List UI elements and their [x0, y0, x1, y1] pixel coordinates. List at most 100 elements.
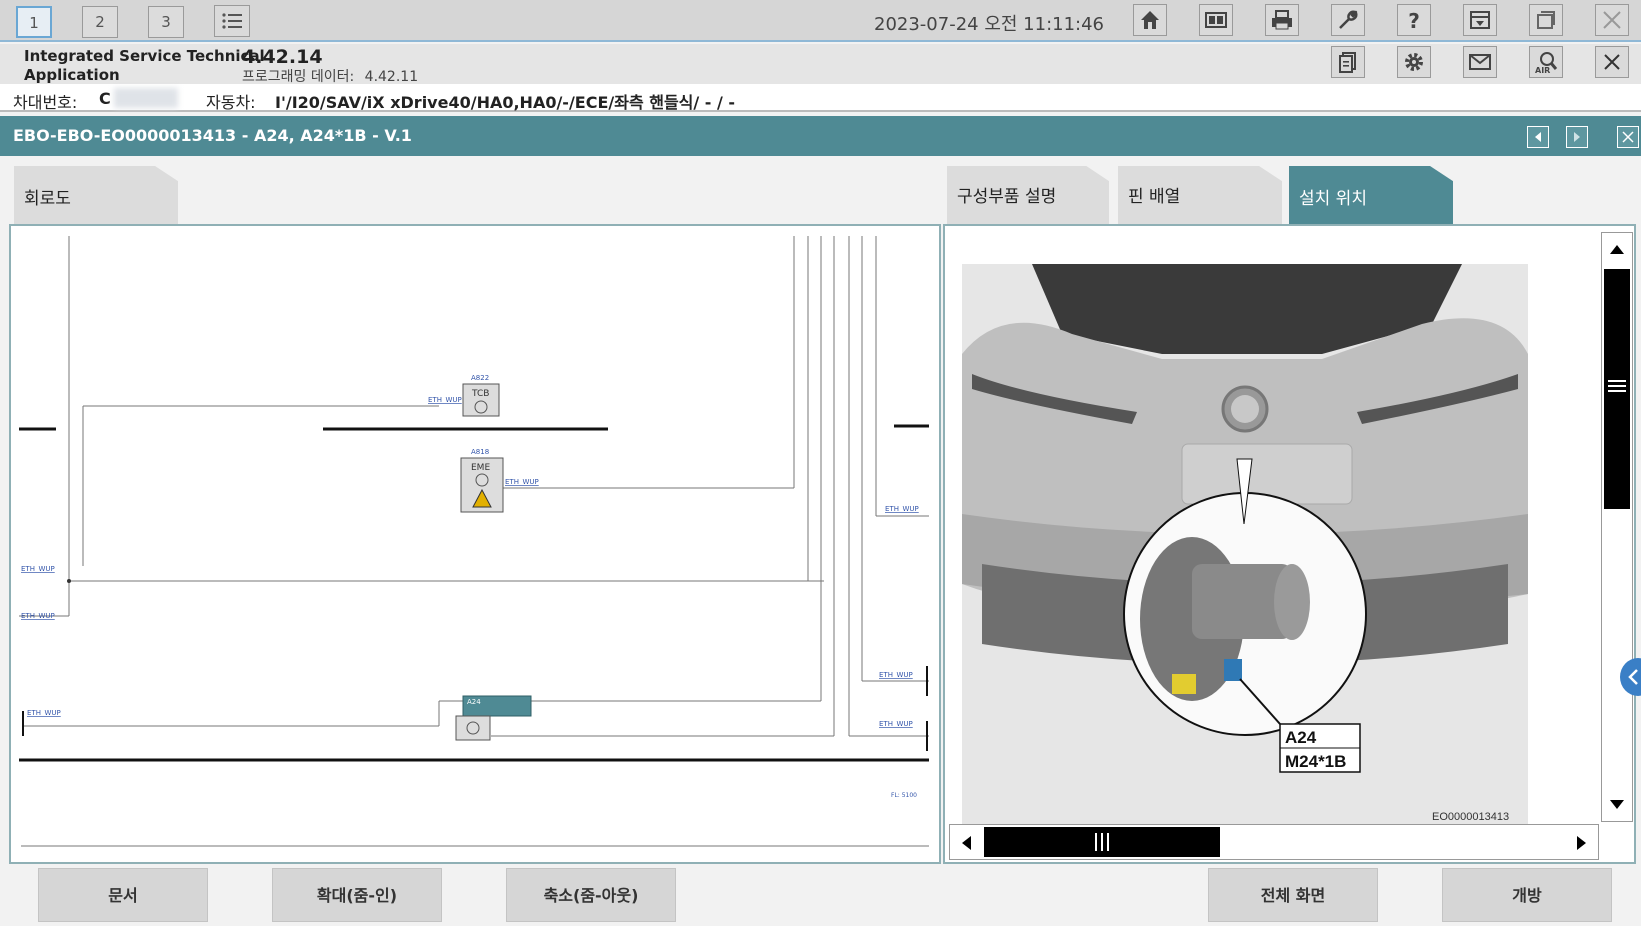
tab-installation-location[interactable]: 설치 위치	[1289, 166, 1453, 224]
a24-component: A24	[455, 695, 532, 741]
circuit-diagram: A822 TCB A818 EME A24 ETH_WUP ETH_WUP ET…	[19, 236, 929, 847]
document-icon	[1339, 52, 1356, 73]
callout-line1: A24	[1285, 728, 1317, 747]
close-session-button[interactable]	[1595, 46, 1629, 78]
document-title: EBO-EBO-EO0000013413 - A24, A24*1B - V.1	[13, 126, 412, 145]
window-button[interactable]	[1529, 4, 1563, 36]
print-icon	[1272, 10, 1292, 30]
tab-pin-assignment[interactable]: 핀 배열	[1118, 166, 1282, 224]
triangle-right-icon	[1574, 132, 1580, 142]
programming-version: 4.42.11	[364, 69, 419, 85]
circuit-diagram-panel[interactable]: A822 TCB A818 EME A24 ETH_WUP ETH_WUP ET…	[9, 224, 941, 864]
vehicle-value: I'/I20/SAV/iX xDrive40/HA0,HA0/-/ECE/좌측 …	[275, 93, 736, 112]
svg-text:?: ?	[1408, 9, 1420, 32]
vehicle-rear-illustration: A24 M24*1B EO0000013413	[962, 264, 1528, 824]
wire-label[interactable]: ETH_WUP	[879, 671, 913, 679]
tab-circuit-diagram[interactable]: 회로도	[14, 166, 178, 224]
a818-label: A818	[471, 448, 489, 456]
compare-button[interactable]	[1199, 4, 1233, 36]
vin-value: C	[99, 89, 111, 108]
session-tab-3[interactable]: 3	[148, 6, 184, 38]
zoom-in-button[interactable]: 확대(줌-인)	[272, 868, 442, 922]
wire-label[interactable]: ETH_WUP	[27, 709, 61, 717]
programming-label: 프로그래밍 데이터:	[242, 69, 355, 85]
a822-label: A822	[471, 374, 489, 382]
mail-button[interactable]	[1463, 46, 1497, 78]
footer-toolbar: 문서 확대(줌-인) 축소(줌-아웃) 전체 화면 개방	[0, 864, 1641, 926]
page-reference[interactable]: FL: 5100	[891, 792, 917, 799]
list-icon	[222, 13, 242, 29]
app-name: Integrated Service Technical Application	[24, 47, 265, 85]
close-document-button[interactable]	[1617, 126, 1639, 148]
triangle-left-icon	[1535, 132, 1541, 142]
air-icon: AIR	[1535, 52, 1558, 74]
wire-label[interactable]: ETH_WUP	[885, 505, 919, 513]
wire-label[interactable]: ETH_WUP	[505, 478, 539, 486]
dropdown-menu-icon	[1470, 11, 1490, 29]
help-button[interactable]: ?	[1397, 4, 1431, 36]
compare-icon	[1205, 12, 1227, 28]
vertical-scrollbar[interactable]	[1601, 232, 1633, 822]
close-icon	[1604, 54, 1620, 70]
wire-label[interactable]: ETH_WUP	[21, 565, 55, 573]
app-info-bar: Integrated Service Technical Application…	[0, 44, 1641, 85]
home-icon	[1141, 11, 1159, 29]
dropdown-menu-button[interactable]	[1463, 4, 1497, 36]
close-app-button[interactable]	[1595, 4, 1629, 36]
app-version: 4.42.14	[242, 46, 323, 68]
app-name-line2: Application	[24, 66, 120, 84]
callout-line2: M24*1B	[1285, 752, 1346, 771]
scroll-down-icon[interactable]	[1609, 799, 1625, 811]
zoom-out-button[interactable]: 축소(줌-아웃)	[506, 868, 676, 922]
air-button[interactable]: AIR	[1529, 46, 1563, 78]
eme-label: EME	[471, 463, 490, 473]
datetime-display: 2023-07-24 오전 11:11:46	[874, 14, 1105, 35]
grip-icon	[1095, 833, 1109, 851]
grip-icon	[1608, 380, 1626, 392]
wire-label[interactable]: ETH_WUP	[21, 612, 55, 620]
service-button[interactable]	[1331, 4, 1365, 36]
tcb-label: TCB	[471, 389, 489, 399]
horizontal-scrollbar[interactable]	[949, 824, 1599, 860]
close-icon	[1603, 11, 1621, 29]
vin-label: 차대번호:	[13, 93, 78, 112]
open-button[interactable]: 개방	[1442, 868, 1612, 922]
window-icon	[1537, 11, 1555, 29]
scroll-up-icon[interactable]	[1609, 243, 1625, 255]
mail-icon	[1469, 54, 1491, 70]
document-button[interactable]: 문서	[38, 868, 208, 922]
horizontal-scroll-thumb[interactable]	[984, 827, 1220, 857]
wire-label[interactable]: ETH_WUP	[879, 720, 913, 728]
next-document-button[interactable]	[1566, 126, 1588, 148]
home-button[interactable]	[1133, 4, 1167, 36]
vertical-scroll-thumb[interactable]	[1604, 269, 1630, 509]
app-name-line1: Integrated Service Technical	[24, 47, 265, 65]
help-icon: ?	[1408, 9, 1420, 32]
car-rear-image: A24 M24*1B EO0000013413	[962, 264, 1528, 824]
fullscreen-button[interactable]: 전체 화면	[1208, 868, 1378, 922]
tcb-component: A822 TCB	[462, 374, 500, 417]
svg-text:AIR: AIR	[1535, 66, 1550, 74]
a24-label: A24	[467, 698, 481, 706]
tab-component-description[interactable]: 구성부품 설명	[947, 166, 1109, 224]
vin-redaction	[114, 88, 178, 108]
list-button[interactable]	[214, 5, 250, 37]
eme-component: A818 EME	[460, 448, 504, 513]
wire-label[interactable]: ETH_WUP	[428, 396, 462, 404]
top-toolbar: 1 2 3 2023-07-24 오전 11:11:46 ?	[0, 0, 1641, 42]
installation-location-panel: A24 M24*1B EO0000013413	[943, 224, 1636, 864]
scroll-right-icon[interactable]	[1576, 835, 1588, 851]
prev-document-button[interactable]	[1527, 126, 1549, 148]
vehicle-label: 자동차:	[206, 93, 256, 112]
document-button[interactable]	[1331, 46, 1365, 78]
print-button[interactable]	[1265, 4, 1299, 36]
document-title-bar: EBO-EBO-EO0000013413 - A24, A24*1B - V.1	[0, 116, 1641, 156]
close-icon	[1622, 131, 1634, 143]
gear-icon	[1405, 53, 1423, 71]
settings-button[interactable]	[1397, 46, 1431, 78]
session-tab-2[interactable]: 2	[82, 6, 118, 38]
image-id: EO0000013413	[1432, 811, 1509, 823]
session-tab-1[interactable]: 1	[16, 6, 52, 38]
scroll-left-icon[interactable]	[960, 835, 972, 851]
vehicle-info-bar: 차대번호: C 자동차: I'/I20/SAV/iX xDrive40/HA0,…	[0, 84, 1641, 112]
